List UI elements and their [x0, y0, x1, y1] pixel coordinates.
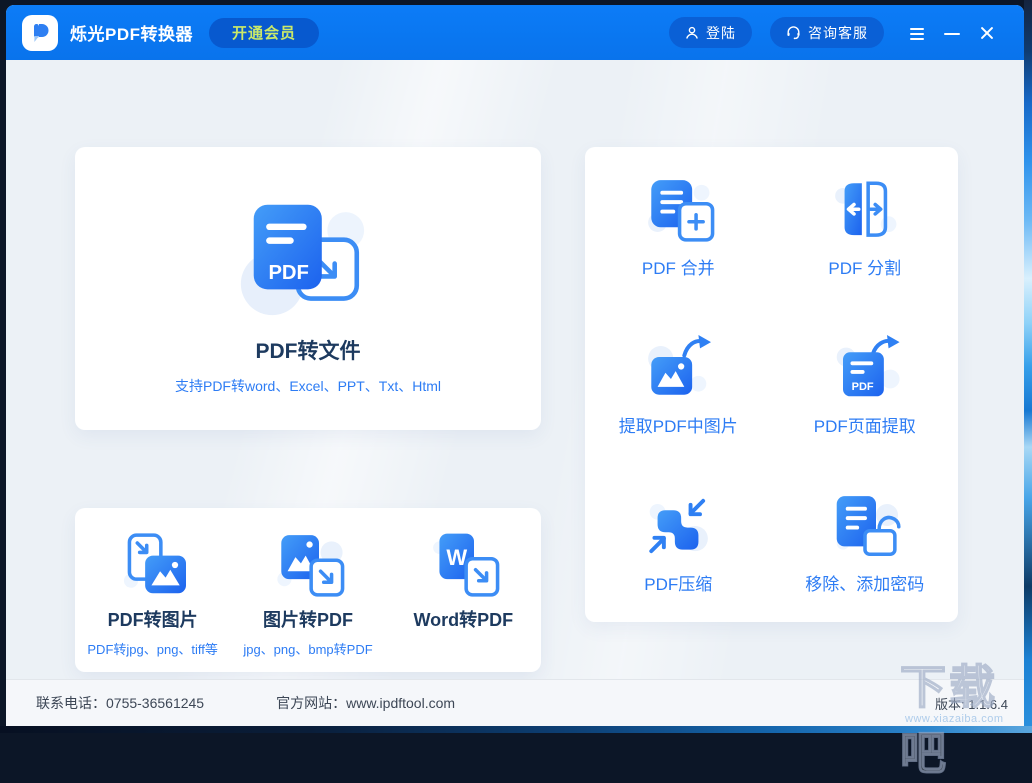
tile-pdf-split[interactable]: PDF 分割 [772, 147, 959, 305]
app-logo-icon [22, 14, 58, 51]
login-button[interactable]: 登陆 [669, 17, 752, 48]
pdf-split-icon [824, 177, 906, 243]
pdf-to-file-icon: PDF [239, 199, 377, 319]
converter-card: PDF转图片 PDF转jpg、png、tiff等 图片转PDF jpg、png、… [75, 508, 541, 672]
svg-text:PDF: PDF [851, 381, 873, 393]
image-to-pdf-icon [267, 532, 349, 598]
tile-pdf-compress[interactable]: PDF压缩 [585, 463, 772, 621]
tile-subtitle: PDF转jpg、png、tiff等 [87, 642, 218, 657]
wallpaper-right-strip [1024, 0, 1032, 733]
tile-word-to-pdf[interactable]: W Word转PDF [386, 508, 541, 672]
customer-service-button[interactable]: 咨询客服 [770, 17, 884, 48]
tile-subtitle: 支持PDF转word、Excel、PPT、Txt、Html [174, 378, 442, 394]
tile-title: PDF压缩 [644, 575, 713, 594]
extract-images-icon [637, 335, 719, 401]
tile-subtitle: jpg、png、bmp转PDF [243, 642, 373, 657]
tile-pdf-merge[interactable]: PDF 合并 [585, 147, 772, 305]
tile-title: PDF转文件 [255, 340, 361, 363]
tile-pdf-to-image[interactable]: PDF转图片 PDF转jpg、png、tiff等 [75, 508, 230, 672]
tile-image-to-pdf[interactable]: 图片转PDF jpg、png、bmp转PDF [230, 508, 385, 672]
user-icon [685, 26, 699, 40]
open-membership-button[interactable]: 开通会员 [209, 17, 320, 48]
official-website: 官方网站：www.ipdftool.com [276, 695, 456, 711]
tile-password[interactable]: 移除、添加密码 [772, 463, 959, 621]
titlebar: 烁光PDF转换器 开通会员 登陆 咨询客服 [6, 5, 1024, 60]
tile-title: Word转PDF [413, 610, 514, 630]
tile-title: 图片转PDF [262, 610, 353, 630]
headset-icon [786, 25, 801, 40]
tile-title: PDF页面提取 [813, 417, 916, 436]
app-window: 烁光PDF转换器 开通会员 登陆 咨询客服 PDF PDF转文件 支持PDF转w… [6, 5, 1024, 726]
desktop-wallpaper: 烁光PDF转换器 开通会员 登陆 咨询客服 PDF PDF转文件 支持PDF转w… [0, 0, 1032, 780]
app-title: 烁光PDF转换器 [70, 25, 193, 44]
tools-card: PDF 合并 PDF 分割 提取PDF中图片 PDF PDF页面提取 PDF压缩… [585, 147, 958, 622]
tile-title: 移除、添加密码 [805, 575, 925, 594]
pdf-compress-icon [637, 493, 719, 559]
version-label: 版本: 1.1.6.4 [935, 696, 1008, 712]
svg-text:W: W [447, 545, 468, 570]
menu-icon[interactable] [908, 24, 926, 42]
minimize-icon[interactable] [943, 24, 961, 42]
tile-title: PDF 分割 [828, 259, 902, 278]
main-area: PDF PDF转文件 支持PDF转word、Excel、PPT、Txt、Html [6, 60, 1024, 680]
password-lock-icon [824, 493, 906, 559]
word-to-pdf-icon: W [422, 532, 504, 598]
tile-extract-pages[interactable]: PDF PDF页面提取 [772, 305, 959, 463]
pdf-merge-icon [637, 177, 719, 243]
contact-phone: 联系电话：0755-36561245 [36, 695, 205, 711]
tile-title: PDF 合并 [641, 259, 715, 278]
extract-pages-icon: PDF [824, 335, 906, 401]
footer-bar: 联系电话：0755-36561245 官方网站：www.ipdftool.com… [6, 679, 1024, 726]
wallpaper-bottom-strip [0, 726, 1032, 733]
svg-text:PDF: PDF [268, 262, 308, 284]
tile-extract-images[interactable]: 提取PDF中图片 [585, 305, 772, 463]
tile-pdf-to-file[interactable]: PDF PDF转文件 支持PDF转word、Excel、PPT、Txt、Html [75, 147, 541, 430]
tile-title: 提取PDF中图片 [618, 417, 738, 436]
close-icon[interactable] [978, 24, 996, 42]
tile-title: PDF转图片 [107, 610, 198, 630]
pdf-to-image-icon [112, 532, 194, 598]
